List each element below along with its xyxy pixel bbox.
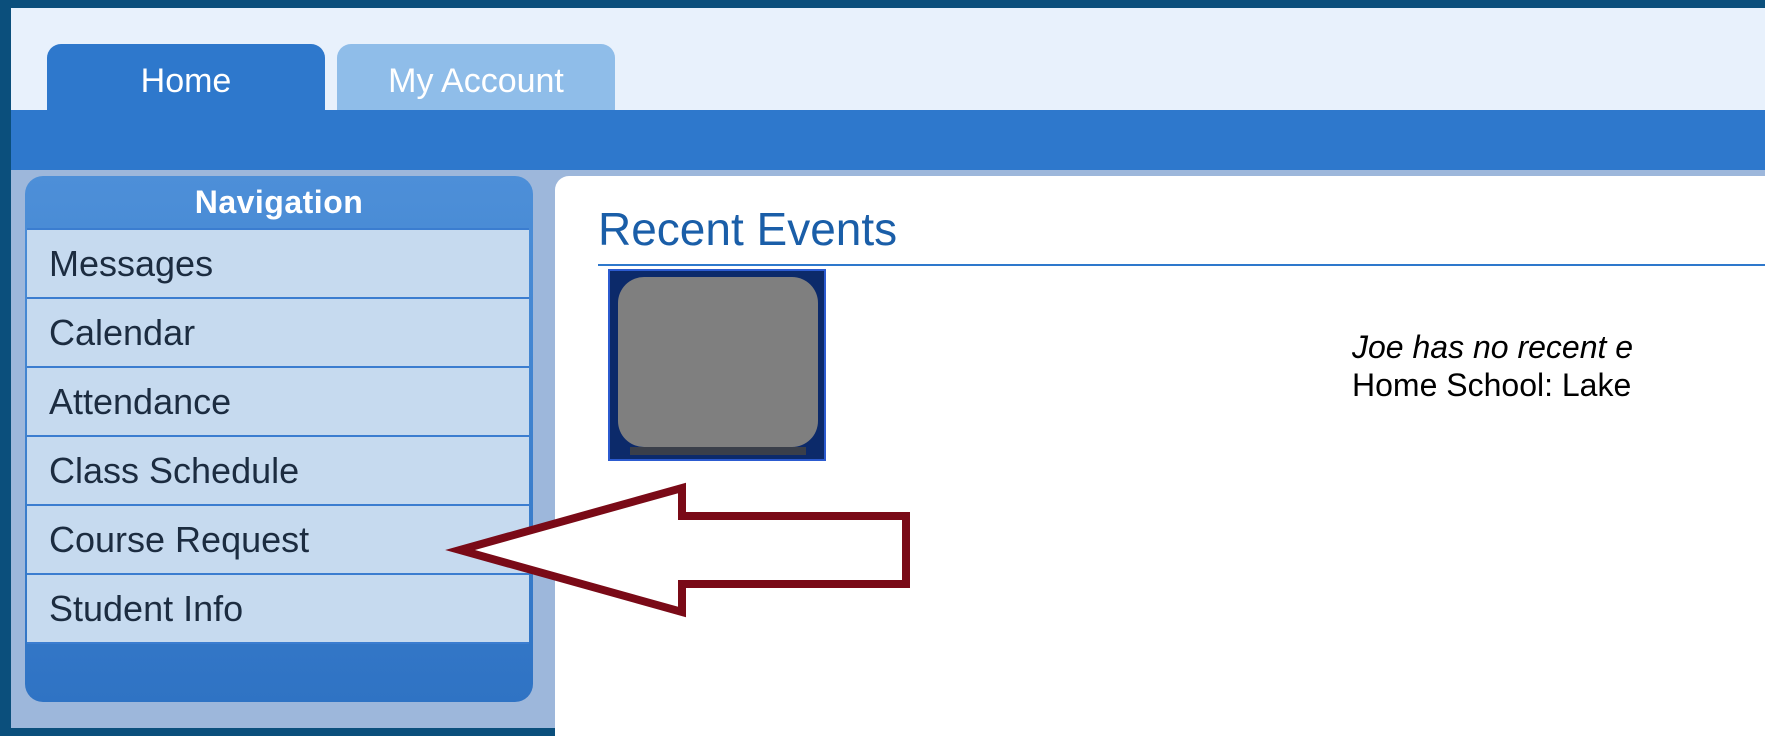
tab-home[interactable]: Home (47, 44, 325, 118)
tab-home-label: Home (140, 61, 232, 100)
header-band (11, 110, 1765, 170)
home-school-text: Home School: Lake (1352, 367, 1632, 403)
title-divider (598, 264, 1765, 266)
event-info: Joe has no recent e Home School: Lake (1352, 328, 1633, 404)
student-photo (608, 269, 826, 461)
redacted-face (618, 277, 818, 447)
arrow-shape (445, 482, 910, 618)
no-events-note: Joe has no recent e (1352, 329, 1634, 365)
main-panel: Recent Events Joe has no recent e Home S… (555, 176, 1765, 736)
navigation-panel: Navigation Messages Calendar Attendance … (25, 176, 533, 702)
navigation-title: Navigation (194, 184, 364, 220)
tab-my-account[interactable]: My Account (337, 44, 615, 118)
recent-events-title: Recent Events (598, 203, 898, 255)
tab-my-account-label: My Account (388, 61, 564, 100)
nav-item-messages[interactable]: Messages (27, 230, 529, 299)
nav-item-calendar[interactable]: Calendar (27, 299, 529, 368)
annotation-arrow-icon (445, 482, 910, 618)
photo-collar (630, 447, 806, 455)
nav-item-attendance[interactable]: Attendance (27, 368, 529, 437)
